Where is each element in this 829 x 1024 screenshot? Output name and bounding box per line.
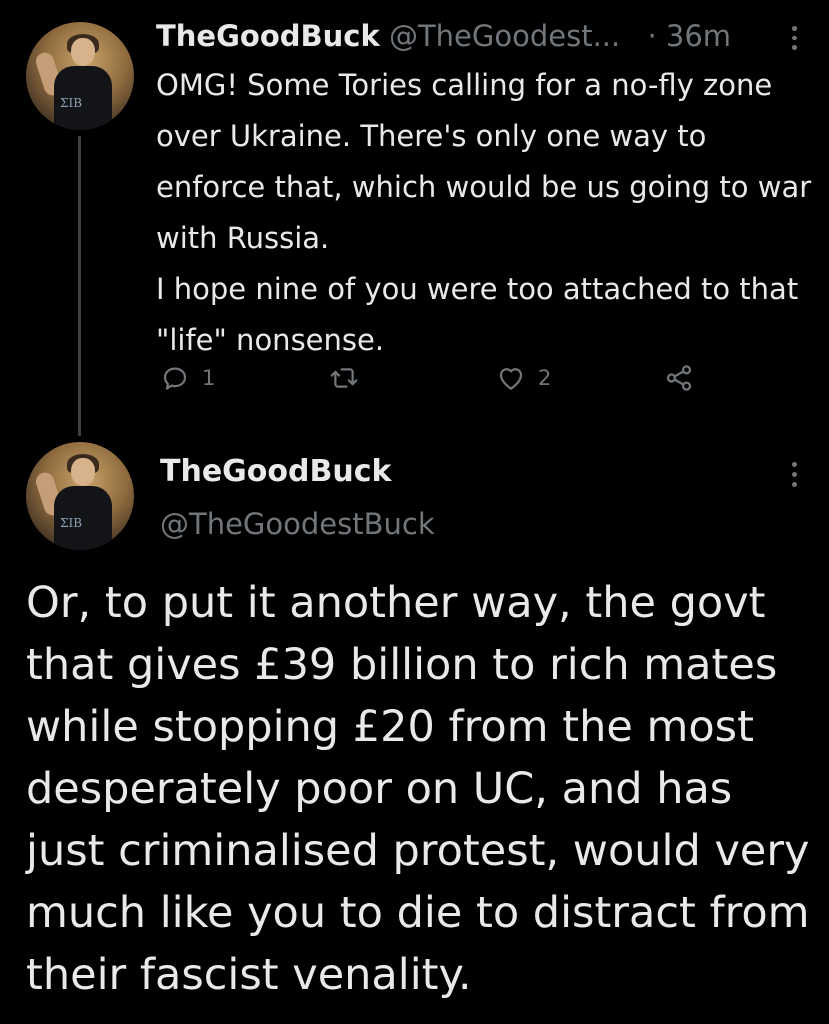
- avatar[interactable]: ΣIB: [26, 442, 134, 550]
- tweet-actions: 1 2: [160, 360, 720, 396]
- share-button[interactable]: [664, 360, 694, 396]
- timestamp[interactable]: 36m: [666, 19, 731, 53]
- reply-icon: [163, 367, 187, 390]
- share-icon: [666, 365, 692, 391]
- tweet-text-paragraph: I hope nine of you were too attached to …: [156, 272, 799, 357]
- more-icon[interactable]: [789, 26, 799, 51]
- like-icon: [499, 368, 523, 390]
- avatar[interactable]: ΣIB: [26, 22, 134, 130]
- reply-count: 1: [202, 366, 216, 390]
- thread-line: [78, 136, 81, 436]
- display-name[interactable]: TheGoodBuck: [156, 19, 380, 53]
- retweet-icon: [330, 368, 358, 388]
- user-handle[interactable]: @TheGoodestBuck: [160, 504, 435, 544]
- separator-dot: ·: [647, 19, 657, 53]
- avatar-logo: ΣIB: [60, 96, 83, 110]
- tweet-text-paragraph: OMG! Some Tories calling for a no-fly zo…: [156, 68, 812, 255]
- like-button[interactable]: 2: [496, 360, 551, 396]
- reply-button[interactable]: 1: [160, 360, 215, 396]
- display-name[interactable]: TheGoodBuck: [160, 452, 391, 492]
- tweet-text: OMG! Some Tories calling for a no-fly zo…: [156, 60, 816, 366]
- tweet-text: Or, to put it another way, the govt that…: [26, 578, 810, 1000]
- avatar-logo: ΣIB: [60, 516, 83, 530]
- user-handle[interactable]: @TheGoodest...: [389, 19, 620, 53]
- retweet-button[interactable]: [328, 360, 372, 396]
- tweet-header: TheGoodBuck @TheGoodest... · 36m: [156, 14, 796, 58]
- more-icon[interactable]: [789, 462, 799, 490]
- like-count: 2: [538, 366, 552, 390]
